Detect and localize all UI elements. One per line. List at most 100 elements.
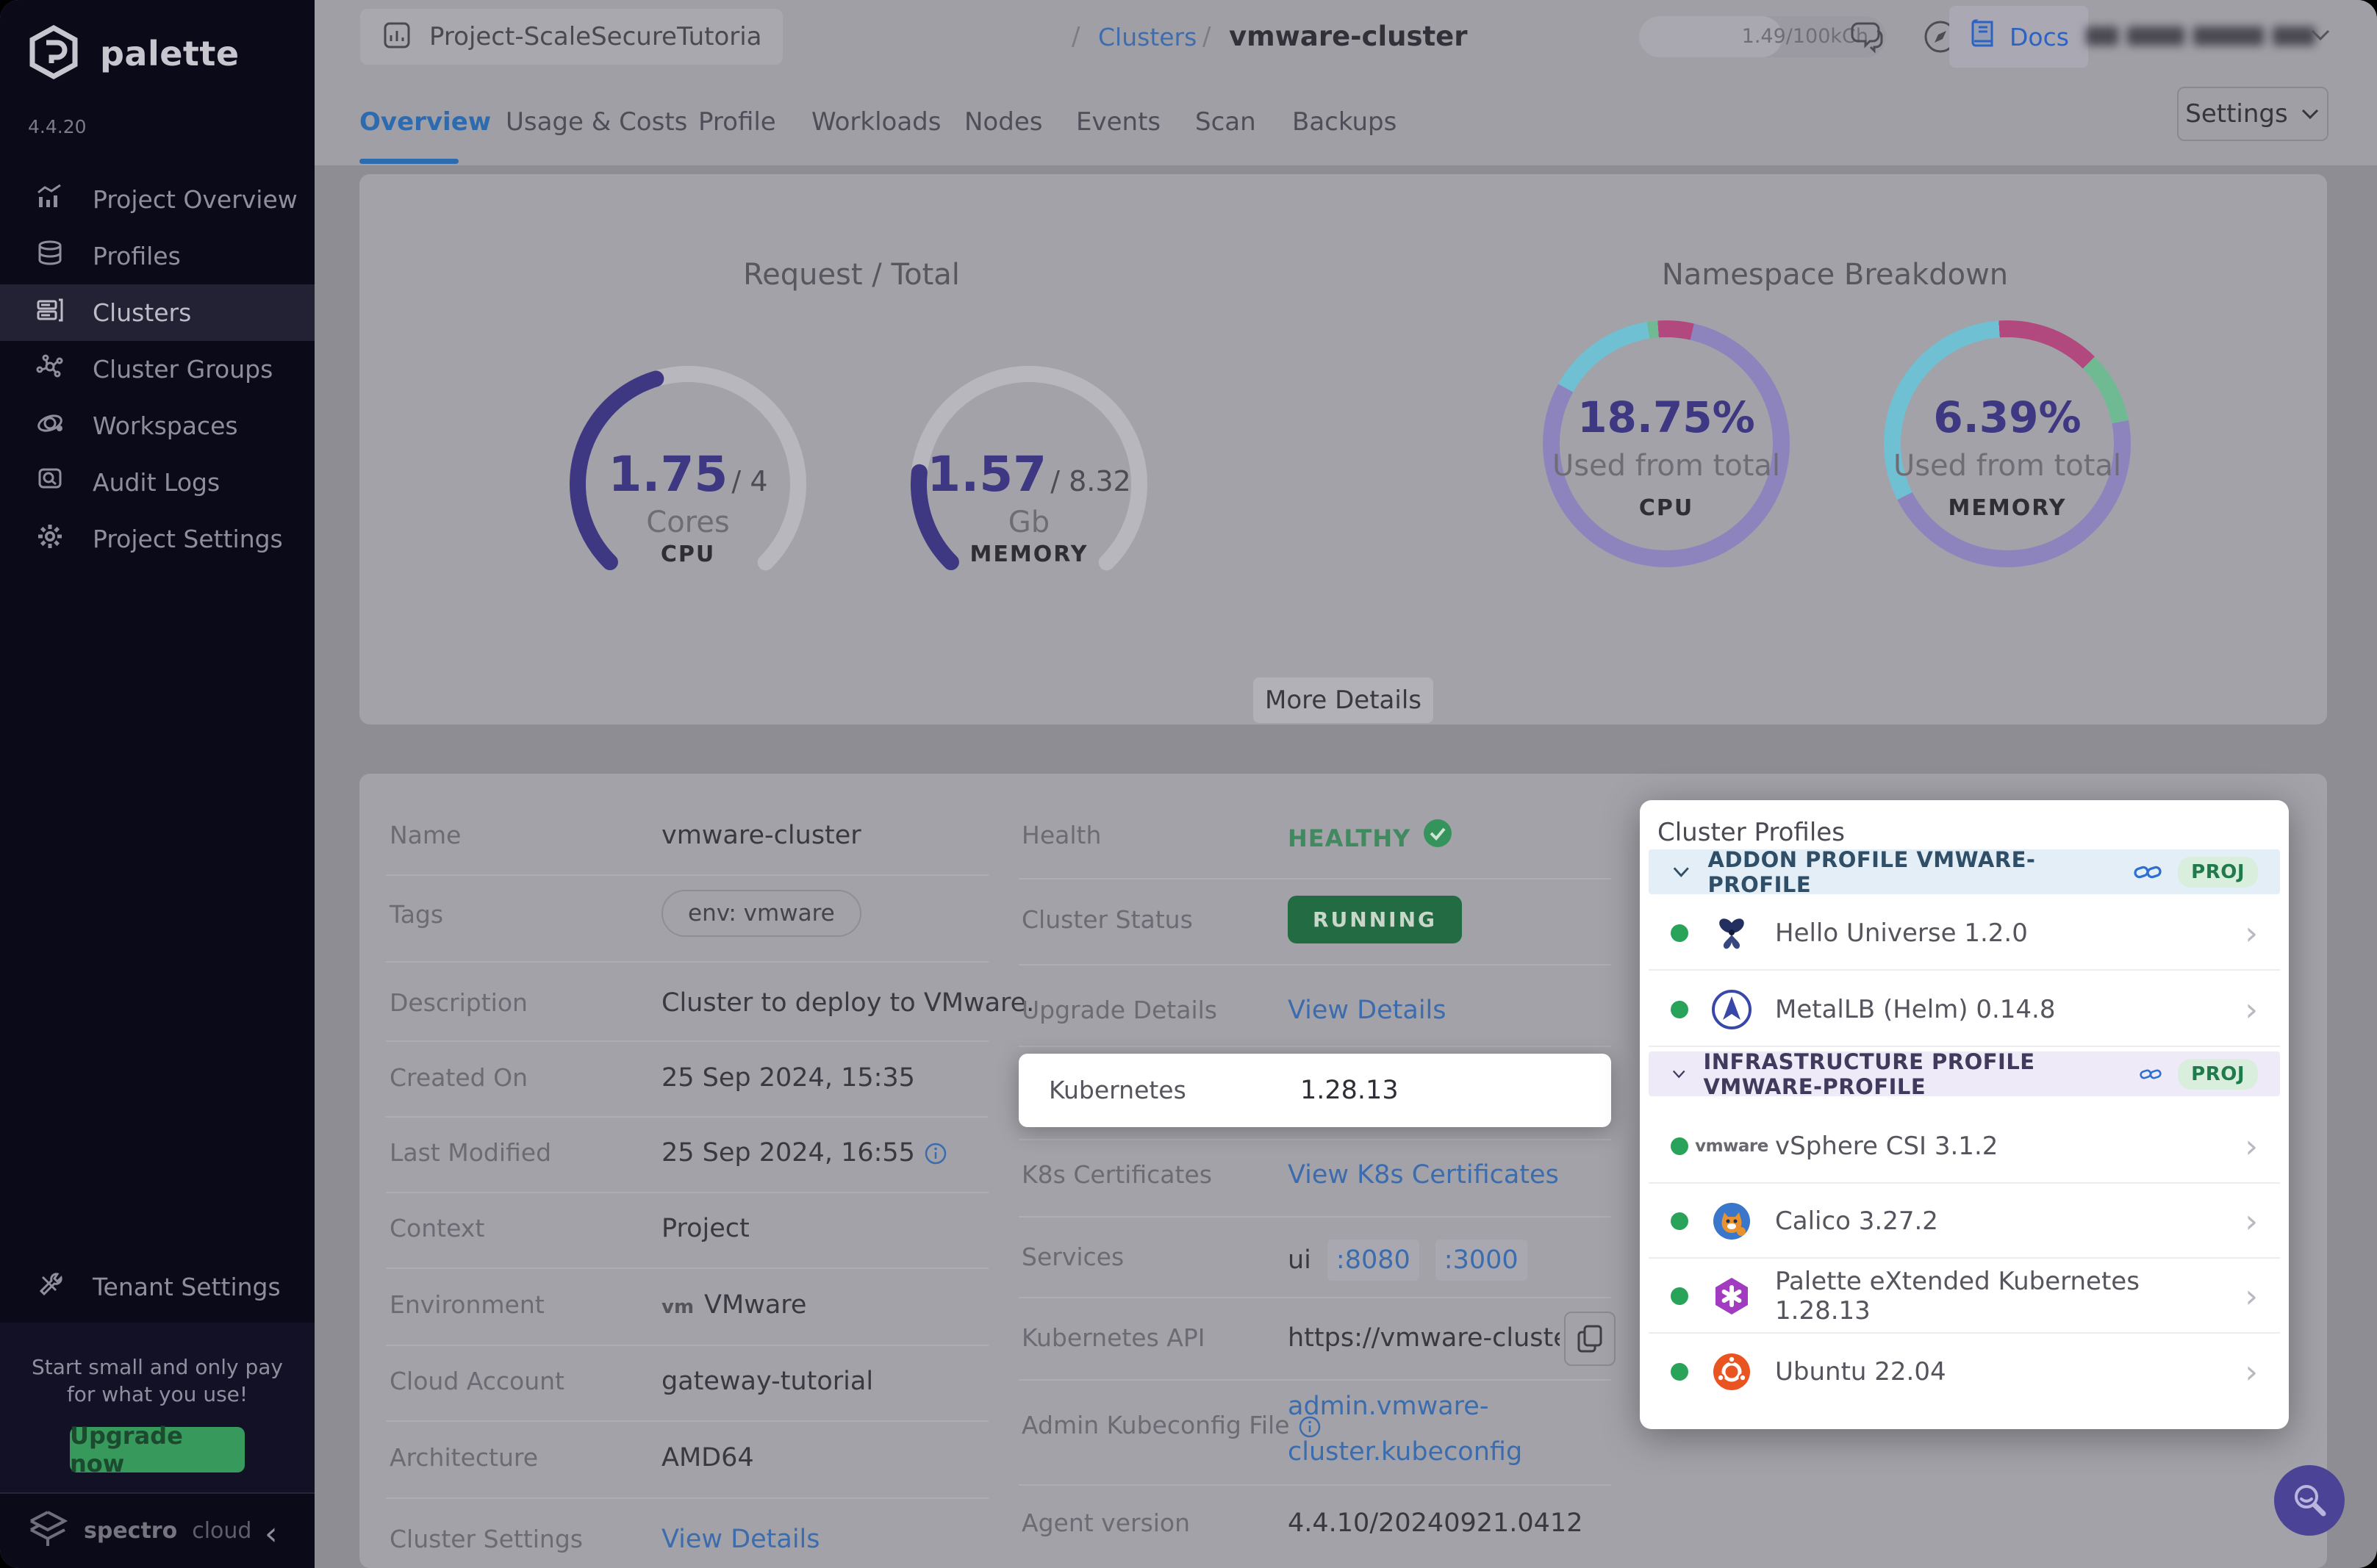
upgrade-now-button[interactable]: Upgrade now — [70, 1422, 245, 1478]
footer-brand-light: cloud — [192, 1517, 252, 1544]
doc-search-icon — [35, 465, 65, 500]
cpu-donut-caption: Used from total — [1552, 449, 1781, 483]
status-dot — [1671, 924, 1688, 942]
profile-row-calico[interactable]: Calico 3.27.2 › — [1649, 1185, 2280, 1259]
info-icon[interactable] — [923, 1141, 948, 1166]
sidebar-item-label: Project Settings — [93, 525, 283, 553]
network-icon — [35, 352, 65, 387]
chevron-down-icon — [1673, 866, 1689, 877]
search-fab-button[interactable] — [2274, 1465, 2345, 1536]
upgrade-details-label: Upgrade Details — [1022, 996, 1217, 1024]
row-divider — [1019, 878, 1611, 880]
sidebar-item-project-settings[interactable]: Project Settings — [0, 511, 315, 567]
promo-line1: Start small and only pay — [32, 1355, 283, 1379]
services-label: Services — [1022, 1242, 1125, 1271]
cluster-settings-link[interactable]: View Details — [662, 1522, 820, 1557]
settings-button[interactable]: Settings — [2177, 87, 2328, 141]
sidebar-item-tenant-settings[interactable]: Tenant Settings — [0, 1259, 315, 1315]
search-icon — [2295, 1485, 2326, 1517]
chevron-right-icon: › — [2245, 1353, 2258, 1391]
cloud-account-label: Cloud Account — [390, 1367, 564, 1395]
tab-profile[interactable]: Profile — [698, 107, 776, 137]
tab-scan[interactable]: Scan — [1195, 107, 1256, 137]
row-divider — [386, 1116, 989, 1118]
sidebar-item-project-overview[interactable]: Project Overview — [0, 171, 315, 228]
health-label: Health — [1022, 821, 1102, 849]
vmware-icon: vmware — [1695, 1137, 1768, 1156]
service-port-3000[interactable]: :3000 — [1435, 1240, 1527, 1281]
tab-workloads[interactable]: Workloads — [811, 107, 941, 137]
sidebar-item-label: Cluster Groups — [93, 355, 273, 384]
infrastructure-profile-header[interactable]: INFRASTRUCTURE PROFILE VMWARE-PROFILE PR… — [1649, 1049, 2280, 1099]
ubuntu-icon — [1710, 1351, 1753, 1393]
memory-donut-label: MEMORY — [1948, 495, 2067, 521]
sidebar-item-cluster-groups[interactable]: Cluster Groups — [0, 341, 315, 398]
docs-link[interactable]: Docs — [1949, 6, 2088, 68]
status-dot — [1671, 1212, 1688, 1230]
addon-profile-header-label: ADDON PROFILE VMWARE-PROFILE — [1707, 846, 2036, 897]
metallb-icon — [1710, 988, 1753, 1031]
profile-row-metallb[interactable]: MetalLB (Helm) 0.14.8 › — [1649, 974, 2280, 1047]
project-chart-icon — [381, 19, 413, 54]
upgrade-details-link[interactable]: View Details — [1288, 993, 1446, 1028]
profile-row-vsphere-csi[interactable]: vmware vSphere CSI 3.1.2 › — [1649, 1110, 2280, 1184]
sidebar-item-audit-logs[interactable]: Audit Logs — [0, 454, 315, 511]
sidebar-item-label: Project Overview — [93, 185, 298, 214]
row-divider — [386, 1267, 989, 1269]
tab-usage-costs[interactable]: Usage & Costs — [506, 107, 687, 137]
profile-row-ubuntu[interactable]: Ubuntu 22.04 › — [1649, 1335, 2280, 1409]
docs-label: Docs — [2009, 22, 2069, 51]
kubernetes-label: Kubernetes — [1049, 1076, 1186, 1104]
k8s-certificates-label: K8s Certificates — [1022, 1160, 1212, 1189]
sidebar-item-workspaces[interactable]: Workspaces — [0, 398, 315, 454]
breadcrumb-project[interactable]: Project-ScaleSecureTutoria — [360, 9, 783, 65]
sidebar-item-clusters[interactable]: Clusters — [0, 284, 315, 341]
footer-brand-bold: spectro — [84, 1517, 178, 1544]
tab-events[interactable]: Events — [1076, 107, 1161, 137]
chevron-right-icon: › — [2245, 914, 2258, 952]
tab-overview[interactable]: Overview — [359, 107, 491, 137]
row-divider — [386, 1040, 989, 1042]
sidebar-nav: Project Overview Profiles Clusters Clust… — [0, 171, 315, 567]
description-label: Description — [390, 988, 528, 1017]
admin-kubeconfig-link[interactable]: admin.vmware-cluster.kubeconfig — [1288, 1384, 1626, 1475]
link-icon — [2134, 866, 2162, 878]
calico-icon — [1710, 1200, 1753, 1242]
services-value: ui :8080 :3000 — [1288, 1240, 1527, 1281]
active-tab-underline — [359, 159, 459, 164]
chat-icon[interactable] — [1848, 16, 1887, 59]
bar-chart-icon — [35, 182, 65, 217]
status-dot — [1671, 1001, 1688, 1018]
top-bar: Project-ScaleSecureTutoria / Clusters / … — [315, 0, 2377, 73]
row-divider — [1019, 1139, 1611, 1140]
tab-backups[interactable]: Backups — [1292, 107, 1397, 137]
admin-kubeconfig-label: Admin Kubeconfig File — [1022, 1408, 1322, 1443]
kubernetes-api-label: Kubernetes API — [1022, 1323, 1205, 1352]
chevron-right-icon: › — [2245, 1277, 2258, 1315]
cluster-status-badge: RUNNING — [1288, 896, 1462, 943]
agent-version-value: 4.4.10/20240921.0412 — [1288, 1508, 1583, 1538]
palette-logo-icon — [26, 25, 81, 82]
tab-nodes[interactable]: Nodes — [964, 107, 1042, 137]
breadcrumb-clusters-link[interactable]: Clusters — [1098, 23, 1197, 51]
memory-donut-caption: Used from total — [1893, 449, 2122, 483]
sidebar-item-profiles[interactable]: Profiles — [0, 228, 315, 284]
addon-profile-header[interactable]: ADDON PROFILE VMWARE-PROFILE PROJ — [1649, 846, 2280, 897]
sidebar-collapse-icon[interactable]: ‹ — [265, 1515, 278, 1553]
created-on-value: 25 Sep 2024, 15:35 — [662, 1063, 915, 1093]
user-name-redacted[interactable] — [2086, 26, 2315, 46]
cpu-donut-percent: 18.75% — [1577, 392, 1755, 442]
row-divider — [386, 1497, 989, 1499]
user-menu-chevron-down-icon[interactable] — [2308, 25, 2333, 47]
k8s-certificates-link[interactable]: View K8s Certificates — [1288, 1157, 1559, 1193]
more-details-button[interactable]: More Details — [1253, 677, 1433, 723]
last-modified-value: 25 Sep 2024, 16:55 — [662, 1135, 948, 1170]
app-window: palette 4.4.20 Project Overview Profiles… — [0, 0, 2377, 1568]
row-divider — [1019, 1046, 1611, 1047]
breadcrumb-project-name: Project-ScaleSecureTutoria — [429, 22, 762, 51]
service-port-8080[interactable]: :8080 — [1327, 1240, 1419, 1281]
profile-row-palette-extended-kubernetes[interactable]: Palette eXtended Kubernetes 1.28.13 › — [1649, 1260, 2280, 1334]
copy-icon[interactable] — [1564, 1312, 1616, 1366]
row-divider — [386, 874, 989, 876]
profile-row-hello-universe[interactable]: Hello Universe 1.2.0 › — [1649, 897, 2280, 971]
